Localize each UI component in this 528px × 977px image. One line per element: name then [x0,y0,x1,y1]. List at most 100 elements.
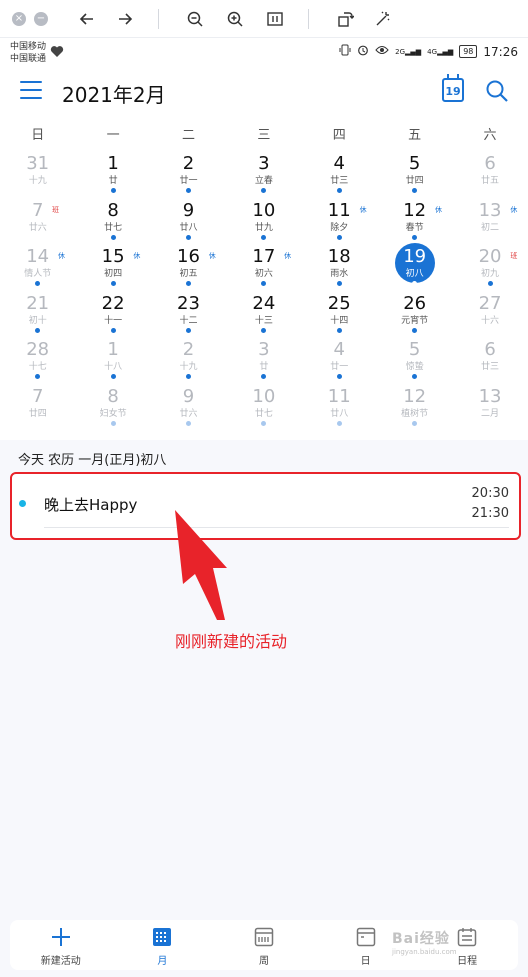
nav-month[interactable]: 月 [112,920,214,970]
event-end-time: 21:30 [471,506,509,521]
nav-week[interactable]: 周 [213,920,315,970]
day-cell[interactable]: 8 妇女节 [75,386,150,434]
lunar-label: 廿 [259,362,269,372]
holiday-badge: 休 [359,205,367,214]
forward-arrow-icon[interactable] [114,8,136,30]
day-cell[interactable]: 10 廿七 [226,386,301,434]
today-calendar-icon[interactable]: 19 [442,74,464,102]
lunar-label: 廿四 [28,408,47,419]
holiday-badge: 休 [58,252,65,260]
day-cell[interactable]: 11 除夕休 [302,200,377,248]
status-time: 17:26 [483,44,518,59]
day-cell-today[interactable]: 19 初八 [377,243,452,294]
vibrate-icon [339,44,351,59]
day-cell[interactable]: 6 廿五 [452,154,527,201]
network-type-2: 4G [427,47,438,56]
day-cell[interactable]: 14 情人节休 [0,247,75,294]
day-cell[interactable]: 26 元宵节 [377,293,452,341]
zoom-out-icon[interactable] [184,8,206,30]
day-cell[interactable]: 5 廿四 [377,154,452,201]
day-number: 19 [403,246,427,267]
day-cell[interactable]: 25 十四 [302,293,377,341]
day-cell[interactable]: 3 立春 [226,154,301,201]
day-cell[interactable]: 13 初二休 [452,200,527,248]
lunar-label: 廿九 [254,222,273,233]
annotation-arrow-icon [175,510,227,620]
day-number: 7 [31,385,44,407]
event-indicator [412,281,418,286]
day-cell[interactable]: 5 惊蛰 [377,340,452,387]
day-cell[interactable]: 17 初六休 [226,247,301,294]
day-number: 9 [182,385,195,407]
weekday-label: 日 [31,128,45,143]
day-cell[interactable]: 2 十九 [151,340,226,387]
day-cell[interactable]: 6 廿三 [452,340,527,387]
day-number: 3 [258,339,270,360]
rotate-icon[interactable] [334,8,356,30]
close-icon[interactable]: × [8,8,30,30]
lunar-label: 十一 [104,315,123,326]
event-indicator [35,374,41,379]
lunar-label: 廿四 [405,176,424,186]
page-title[interactable]: 2021年2月 [62,79,166,108]
day-cell[interactable]: 4 廿一 [302,340,377,387]
day-cell[interactable]: 28 十七 [0,340,75,387]
day-cell[interactable]: 12 春节休 [377,200,452,248]
day-cell[interactable]: 4 廿三 [302,154,377,201]
add-icon [50,926,72,948]
signal-icon-2: 4G▂▄▆ [427,47,454,56]
event-indicator [336,420,342,426]
watermark-url: jingyan.baidu.com [392,948,457,956]
calendar-week: 28 十七 1 十八 2 十九 3 廿 4 廿一 5 惊蛰 6 廿三 [0,340,528,387]
carrier-1: 中国移动 [10,42,47,52]
minimize-icon[interactable]: − [30,8,52,30]
day-cell[interactable]: 3廿 [226,340,301,387]
day-cell[interactable]: 24 十三 [226,293,301,341]
day-cell[interactable]: 16 初五休 [151,247,226,294]
magic-wand-icon[interactable] [372,8,394,30]
signal-icon-1: 2G▂▄▆ [395,47,422,56]
lunar-label: 元宵节 [401,315,429,326]
day-cell[interactable]: 1 十八 [75,340,150,387]
day-number: 9 [182,199,195,221]
day-cell[interactable]: 13 二月 [452,386,527,434]
day-number: 5 [408,153,421,174]
day-cell[interactable]: 8 廿七 [75,200,150,248]
back-arrow-icon[interactable] [76,8,98,30]
day-cell[interactable]: 2 廿一 [151,154,226,201]
day-cell[interactable]: 12 植树节 [377,386,452,434]
week-icon [253,926,275,948]
day-cell[interactable]: 9 廿六 [151,385,226,434]
day-cell[interactable]: 31 十九 [0,154,75,201]
day-cell[interactable]: 27 十六 [452,293,527,341]
day-cell[interactable]: 7 廿六班 [0,200,75,248]
day-cell[interactable]: 15 初四休 [75,247,150,294]
day-cell[interactable]: 9 廿八 [151,199,226,248]
lunar-label: 情人节 [24,269,52,279]
day-cell[interactable]: 23 十二 [151,293,226,341]
battery-icon: 98 [459,45,478,58]
day-cell[interactable]: 10 廿九 [226,199,301,248]
event-indicator [412,234,418,240]
event-indicator [412,327,418,333]
event-indicator [261,234,267,240]
day-cell[interactable]: 22 十一 [75,293,150,341]
zoom-in-icon[interactable] [224,8,246,30]
event-indicator [110,188,116,193]
app-header: 2021年2月 19 [0,68,528,116]
day-cell[interactable]: 7 廿四 [0,385,75,434]
event-indicator [336,281,342,286]
day-number: 10 [252,199,276,221]
lunar-label: 廿七 [254,408,273,419]
menu-icon[interactable] [20,81,42,101]
day-cell[interactable]: 21 初十 [0,293,75,341]
day-cell[interactable]: 18 雨水 [302,247,377,294]
carrier-info: 中国移动 中国联通 [10,41,46,65]
day-cell[interactable]: 20 初九班 [452,247,527,294]
search-icon[interactable] [485,79,509,103]
day-cell[interactable]: 1廿 [75,154,150,201]
day-cell[interactable]: 11 廿八 [302,386,377,434]
nav-new-event[interactable]: 新建活动 [10,920,112,970]
actual-size-icon[interactable] [264,8,286,30]
event-item[interactable]: 晚上去Happy 20:30 21:30 [10,472,521,540]
